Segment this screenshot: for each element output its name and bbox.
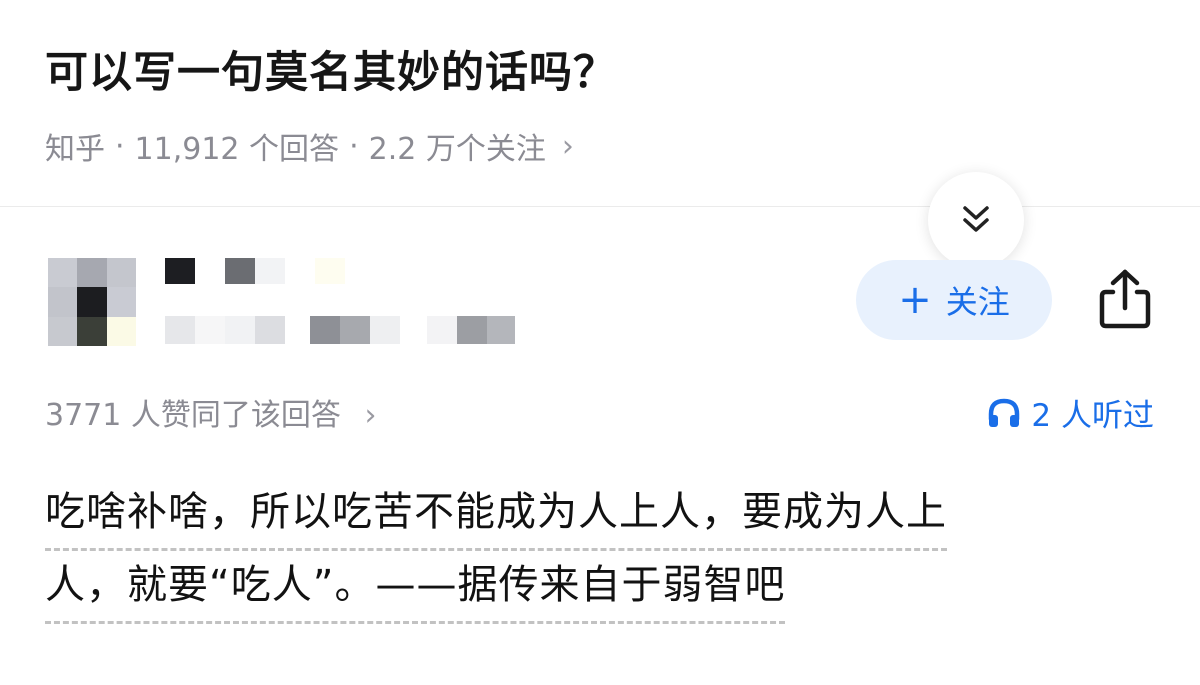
answers-count: 11,912 个回答 (134, 132, 340, 167)
answer-page: 可以写一句莫名其妙的话吗？ 知乎 · 11,912 个回答 · 2.2 万个关注… (0, 0, 1200, 685)
author-name-pixelated[interactable] (165, 258, 525, 348)
share-button[interactable] (1098, 268, 1152, 330)
upvote-summary[interactable]: 3771 人赞同了该回答 › (45, 390, 376, 434)
meta-separator: · (115, 128, 125, 164)
double-chevron-down-icon (963, 206, 989, 232)
source-label: 知乎 (45, 132, 105, 167)
plus-icon: + (898, 277, 932, 323)
share-icon (1099, 269, 1151, 329)
meta-separator: · (349, 128, 359, 164)
chevron-right-icon: › (364, 398, 377, 433)
answer-line: 人，就要“吃人”。——据传来自于弱智吧 (45, 551, 786, 624)
question-meta[interactable]: 知乎 · 11,912 个回答 · 2.2 万个关注 › (45, 124, 574, 168)
question-title[interactable]: 可以写一句莫名其妙的话吗？ (45, 38, 617, 100)
collapse-button[interactable] (928, 172, 1024, 268)
follow-label: 关注 (945, 283, 1010, 321)
follow-button[interactable]: + 关注 (856, 260, 1052, 340)
followers-count: 2.2 万个关注 (368, 132, 546, 167)
upvote-count: 3771 人赞同了该回答 (45, 398, 341, 433)
headphone-icon (989, 398, 1020, 427)
chevron-right-icon: › (561, 128, 574, 164)
author-avatar[interactable] (48, 258, 136, 346)
answer-line: 吃啥补啥，所以吃苦不能成为人上人，要成为人上 (45, 478, 947, 551)
listened-count-button[interactable]: 2 人听过 (987, 390, 1154, 435)
answer-content[interactable]: 吃啥补啥，所以吃苦不能成为人上人，要成为人上 人，就要“吃人”。——据传来自于弱… (45, 478, 1155, 624)
listened-count: 2 人听过 (1031, 398, 1154, 434)
